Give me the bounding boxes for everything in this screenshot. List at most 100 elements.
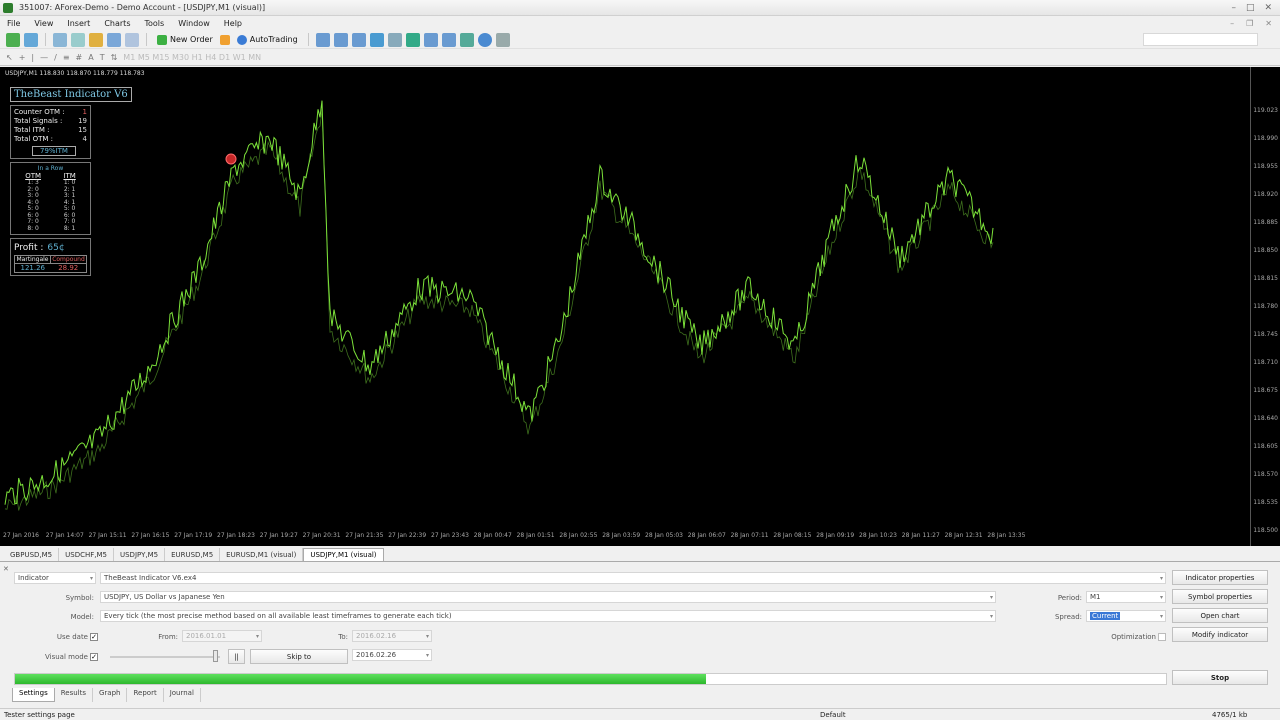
tab-eurusd-m1-visual[interactable]: EURUSD,M1 (visual) (220, 548, 304, 561)
zoom-in-icon[interactable] (369, 32, 384, 47)
use-date-checkbox[interactable]: ✓ (90, 633, 98, 641)
chart-area[interactable]: USDJPY,M1 118.830 118.870 118.779 118.78… (0, 67, 1280, 546)
open-chart-button[interactable]: Open chart (1172, 608, 1268, 623)
cursor-icon[interactable]: ↖ (6, 53, 13, 62)
signal-marker (225, 153, 237, 165)
horizontal-line-icon[interactable]: — (40, 53, 48, 62)
tester-close-icon[interactable]: ✕ (3, 565, 9, 573)
tile-windows-icon[interactable] (405, 32, 420, 47)
to-date-input[interactable]: 2016.02.16 ▾ (352, 630, 432, 642)
price-axis[interactable]: 119.023 118.990 118.955 118.920 118.885 118.8… (1250, 67, 1280, 546)
terminal-icon[interactable] (107, 32, 121, 47)
timeframes-icon[interactable]: M1 M5 M15 M30 H1 H4 D1 W1 MN (123, 53, 261, 62)
fibonacci-icon[interactable]: # (76, 53, 83, 62)
skip-to-date-input[interactable]: 2016.02.26 ▾ (352, 649, 432, 661)
templates-icon[interactable] (495, 32, 510, 47)
stop-button[interactable]: Stop (1172, 670, 1268, 685)
crosshair-icon[interactable]: + (19, 53, 26, 62)
new-chart-icon[interactable] (6, 32, 20, 47)
tab-report[interactable]: Report (127, 688, 164, 702)
menu-charts[interactable]: Charts (97, 19, 137, 28)
close-icon[interactable]: ✕ (1264, 3, 1272, 13)
pause-button[interactable]: || (228, 649, 245, 664)
channel-icon[interactable]: ≡ (63, 53, 70, 62)
profiles-icon[interactable] (24, 32, 38, 47)
tab-journal[interactable]: Journal (164, 688, 201, 702)
calendar-icon: ▾ (425, 633, 429, 640)
line-chart-icon[interactable] (351, 32, 366, 47)
time-label: 28 Jan 03:59 (602, 532, 641, 539)
tab-results[interactable]: Results (55, 688, 93, 702)
new-order-button[interactable]: New Order (154, 32, 216, 47)
menu-tools[interactable]: Tools (137, 19, 171, 28)
text-icon[interactable]: A (88, 53, 93, 62)
periods-icon[interactable] (477, 32, 492, 47)
indicator-title: TheBeast Indicator V6 (10, 87, 132, 102)
menu-window[interactable]: Window (171, 19, 217, 28)
from-date-input[interactable]: 2016.01.01 ▾ (182, 630, 262, 642)
metaeditor-icon[interactable] (219, 34, 230, 45)
bar-chart-icon[interactable] (315, 32, 330, 47)
otm-row: 8: 0 (27, 224, 39, 232)
tab-eurusd-m5[interactable]: EURUSD,M5 (165, 548, 221, 561)
vertical-line-icon[interactable]: | (31, 53, 34, 62)
tab-usdjpy-m5[interactable]: USDJPY,M5 (114, 548, 166, 561)
period-select[interactable]: M1 ▾ (1086, 591, 1166, 603)
menu-help[interactable]: Help (217, 19, 249, 28)
child-minimize-icon[interactable]: – (1230, 19, 1234, 28)
label-icon[interactable]: T (100, 53, 105, 62)
child-restore-icon[interactable]: ❐ (1246, 19, 1253, 28)
in-a-row-box: In a Row OTM 1: 3 2: 0 3: 0 4: 0 5: 0 6: 0 7: 0… (10, 162, 91, 235)
chevron-down-icon: ▾ (989, 594, 993, 601)
tab-graph[interactable]: Graph (93, 688, 128, 702)
indicator-properties-button[interactable]: Indicator properties (1172, 570, 1268, 585)
menu-file[interactable]: File (0, 19, 27, 28)
tab-usdjpy-m1-visual[interactable]: USDJPY,M1 (visual) (303, 548, 384, 561)
minimize-icon[interactable]: – (1231, 3, 1236, 13)
profit-value: 65¢ (47, 243, 65, 253)
speed-slider-thumb[interactable] (213, 650, 218, 662)
tab-settings[interactable]: Settings (12, 688, 55, 702)
skip-to-button[interactable]: Skip to (250, 649, 348, 664)
price-label: 118.535 (1253, 499, 1278, 506)
navigator-icon[interactable] (89, 32, 103, 47)
spread-select[interactable]: Current ▾ (1086, 610, 1166, 622)
arrows-icon[interactable]: ⇅ (111, 53, 118, 62)
tab-gbpusd-m5[interactable]: GBPUSD,M5 (4, 548, 60, 561)
price-label: 118.745 (1253, 331, 1278, 338)
menu-view[interactable]: View (27, 19, 60, 28)
autotrading-button[interactable]: AutoTrading (234, 32, 301, 47)
child-window-controls: – ❐ ✕ (1230, 19, 1272, 28)
use-date-label: Use date (56, 633, 88, 641)
time-label: 28 Jan 02:55 (559, 532, 598, 539)
model-select[interactable]: Every tick (the most precise method base… (100, 610, 996, 622)
visual-mode-checkbox[interactable]: ✓ (90, 653, 98, 661)
optimization-checkbox[interactable] (1158, 633, 1166, 641)
market-watch-icon[interactable] (53, 32, 67, 47)
tester-icon[interactable] (125, 32, 139, 47)
chart-shift-icon[interactable] (441, 32, 456, 47)
modify-indicator-button[interactable]: Modify indicator (1172, 627, 1268, 642)
progress-fill (15, 674, 706, 684)
symbol-select[interactable]: USDJPY, US Dollar vs Japanese Yen ▾ (100, 591, 996, 603)
menu-insert[interactable]: Insert (60, 19, 97, 28)
tab-usdchf-m5[interactable]: USDCHF,M5 (59, 548, 114, 561)
symbol-properties-button[interactable]: Symbol properties (1172, 589, 1268, 604)
child-close-icon[interactable]: ✕ (1265, 19, 1272, 28)
speed-slider-track[interactable] (110, 656, 220, 658)
zoom-out-icon[interactable] (387, 32, 402, 47)
data-window-icon[interactable] (71, 32, 85, 47)
chevron-down-icon: ▾ (989, 613, 993, 620)
autoscroll-icon[interactable] (423, 32, 438, 47)
time-axis[interactable]: 27 Jan 2016 27 Jan 14:07 27 Jan 15:11 27 Ja… (0, 532, 1250, 544)
trendline-icon[interactable]: / (54, 53, 57, 62)
indicator-panel: TheBeast Indicator V6 Counter OTM : 1 Tot… (10, 87, 132, 276)
price-label: 119.023 (1253, 107, 1278, 114)
search-input[interactable] (1143, 33, 1258, 46)
maximize-icon[interactable]: □ (1246, 3, 1255, 13)
model-label: Model: (70, 613, 94, 621)
indicator-select[interactable]: TheBeast Indicator V6.ex4 ▾ (100, 572, 1166, 584)
tester-type-select[interactable]: Indicator ▾ (14, 572, 96, 584)
candlesticks-icon[interactable] (333, 32, 348, 47)
indicators-icon[interactable] (459, 32, 474, 47)
